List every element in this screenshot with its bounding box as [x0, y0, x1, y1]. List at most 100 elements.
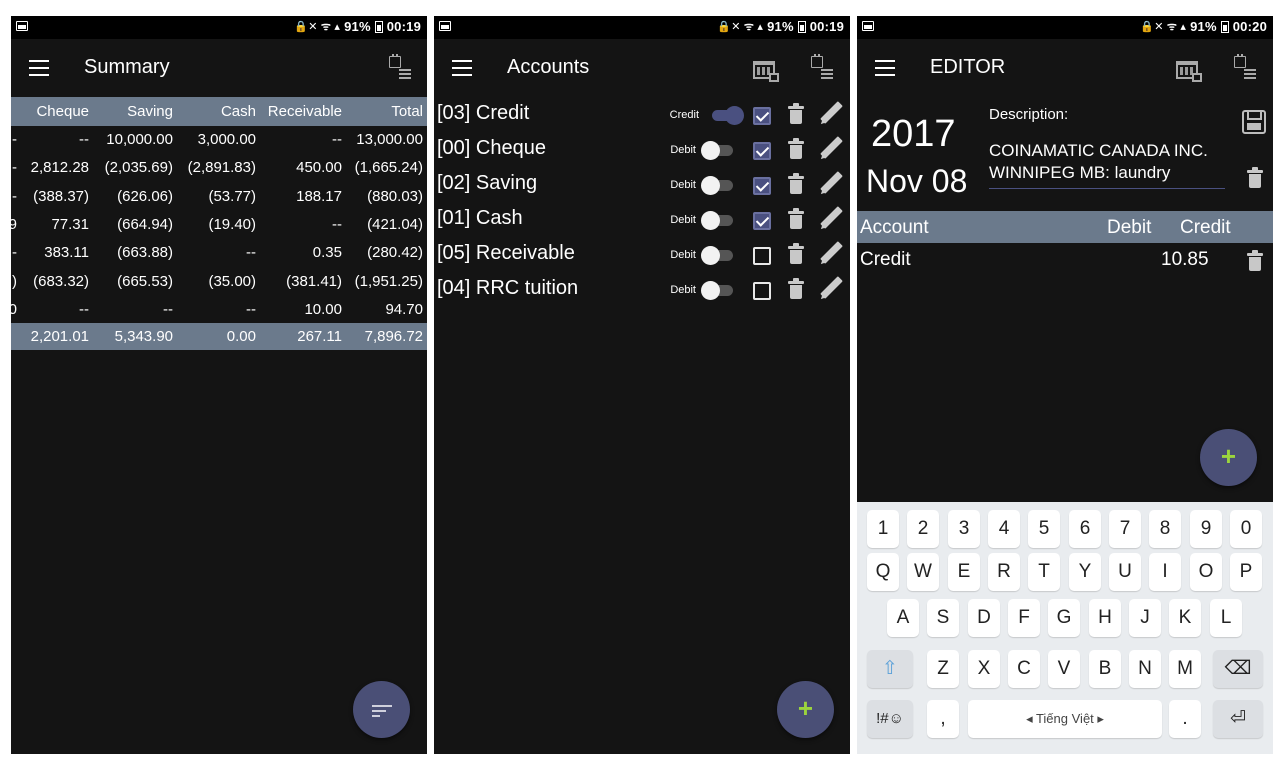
table-row[interactable]: ) (683.32) (665.53) (35.00) (381.41) (1,… — [11, 267, 427, 295]
key[interactable]: O — [1190, 553, 1222, 591]
key[interactable]: Q — [867, 553, 899, 591]
key[interactable]: S — [927, 599, 959, 637]
key[interactable]: F — [1008, 599, 1040, 637]
list-item[interactable]: [03] Credit Credit — [434, 97, 850, 132]
save-icon[interactable] — [1242, 110, 1266, 134]
calendar-list-icon[interactable] — [811, 54, 835, 82]
key[interactable]: 3 — [948, 510, 980, 548]
table-row[interactable]: - 2,812.28 (2,035.69) (2,891.83) 450.00 … — [11, 153, 427, 181]
key[interactable]: 6 — [1069, 510, 1101, 548]
key[interactable]: G — [1048, 599, 1080, 637]
key[interactable]: Y — [1069, 553, 1101, 591]
key[interactable]: K — [1169, 599, 1201, 637]
list-item[interactable]: [00] Cheque Debit — [434, 132, 850, 167]
year-picker[interactable]: 2017 — [871, 113, 956, 156]
list-item[interactable]: [05] Receivable Debit — [434, 237, 850, 272]
key[interactable]: E — [948, 553, 980, 591]
comma-key[interactable]: , — [927, 700, 959, 738]
list-item[interactable]: [01] Cash Debit — [434, 202, 850, 237]
account-checkbox[interactable] — [753, 247, 771, 265]
key[interactable]: L — [1210, 599, 1242, 637]
shift-key[interactable]: ⇧ — [867, 650, 913, 688]
key[interactable]: 4 — [988, 510, 1020, 548]
calendar-list-icon[interactable] — [1234, 54, 1258, 82]
date-picker[interactable]: Nov 08 — [866, 163, 967, 200]
calendar-grid-icon[interactable] — [1176, 58, 1202, 82]
menu-icon[interactable] — [452, 60, 472, 76]
credit-debit-switch[interactable] — [701, 211, 735, 230]
menu-icon[interactable] — [29, 60, 49, 76]
status-icons: 🔒✕ ᯤ ▴ — [294, 20, 341, 33]
edit-icon[interactable] — [818, 171, 844, 197]
key[interactable]: 5 — [1028, 510, 1060, 548]
enter-key[interactable]: ⏎ — [1213, 700, 1263, 738]
add-account-button[interactable]: + — [777, 681, 834, 738]
delete-icon[interactable] — [788, 278, 804, 300]
key[interactable]: I — [1149, 553, 1181, 591]
key[interactable]: J — [1129, 599, 1161, 637]
edit-icon[interactable] — [818, 241, 844, 267]
edit-icon[interactable] — [818, 101, 844, 127]
status-icons: 🔒✕ ᯤ ▴ — [1140, 20, 1187, 33]
space-key[interactable]: ◂ Tiếng Việt ▸ — [968, 700, 1162, 738]
account-checkbox[interactable] — [753, 142, 771, 160]
add-entry-button[interactable]: + — [1200, 429, 1257, 486]
credit-debit-switch[interactable] — [701, 176, 735, 195]
key[interactable]: X — [968, 650, 1000, 688]
calendar-list-icon[interactable] — [389, 54, 413, 82]
key[interactable]: B — [1089, 650, 1121, 688]
description-field[interactable]: COINAMATIC CANADA INC. WINNIPEG MB: laun… — [989, 140, 1225, 189]
key[interactable]: P — [1230, 553, 1262, 591]
backspace-key[interactable]: ⌫ — [1213, 650, 1263, 688]
delete-icon[interactable] — [788, 208, 804, 230]
key[interactable]: 0 — [1230, 510, 1262, 548]
key[interactable]: A — [887, 599, 919, 637]
credit-debit-switch[interactable] — [710, 106, 744, 125]
key[interactable]: W — [907, 553, 939, 591]
key[interactable]: T — [1028, 553, 1060, 591]
table-row[interactable]: 0 -- -- -- 10.00 94.70 — [11, 295, 427, 323]
credit-debit-switch[interactable] — [701, 246, 735, 265]
edit-icon[interactable] — [818, 276, 844, 302]
edit-icon[interactable] — [818, 206, 844, 232]
key[interactable]: C — [1008, 650, 1040, 688]
key[interactable]: 1 — [867, 510, 899, 548]
table-row[interactable]: - 383.11 (663.88) -- 0.35 (280.42) — [11, 238, 427, 266]
calendar-grid-icon[interactable] — [753, 58, 779, 82]
delete-icon[interactable] — [788, 243, 804, 265]
key[interactable]: V — [1048, 650, 1080, 688]
filter-fab[interactable] — [353, 681, 410, 738]
menu-icon[interactable] — [875, 60, 895, 76]
key[interactable]: N — [1129, 650, 1161, 688]
account-checkbox[interactable] — [753, 212, 771, 230]
account-checkbox[interactable] — [753, 177, 771, 195]
delete-icon[interactable] — [788, 103, 804, 125]
delete-icon[interactable] — [788, 173, 804, 195]
table-row[interactable]: - -- 10,000.00 3,000.00 -- 13,000.00 — [11, 125, 427, 153]
list-item[interactable]: [02] Saving Debit — [434, 167, 850, 202]
key[interactable]: H — [1089, 599, 1121, 637]
credit-debit-switch[interactable] — [701, 141, 735, 160]
account-checkbox[interactable] — [753, 107, 771, 125]
key[interactable]: 9 — [1190, 510, 1222, 548]
key[interactable]: U — [1109, 553, 1141, 591]
credit-debit-switch[interactable] — [701, 281, 735, 300]
key[interactable]: M — [1169, 650, 1201, 688]
key[interactable]: 8 — [1149, 510, 1181, 548]
key[interactable]: 7 — [1109, 510, 1141, 548]
list-item[interactable]: [04] RRC tuition Debit — [434, 272, 850, 307]
entry-row[interactable]: Credit 10.85 — [857, 246, 1273, 276]
key[interactable]: R — [988, 553, 1020, 591]
account-checkbox[interactable] — [753, 282, 771, 300]
edit-icon[interactable] — [818, 136, 844, 162]
delete-entry-icon[interactable] — [1247, 250, 1263, 272]
key[interactable]: Z — [927, 650, 959, 688]
delete-transaction-icon[interactable] — [1247, 167, 1263, 189]
delete-icon[interactable] — [788, 138, 804, 160]
table-row[interactable]: - (388.37) (626.06) (53.77) 188.17 (880.… — [11, 182, 427, 210]
table-row[interactable]: 9 77.31 (664.94) (19.40) -- (421.04) — [11, 210, 427, 238]
period-key[interactable]: . — [1169, 700, 1201, 738]
key[interactable]: D — [968, 599, 1000, 637]
key[interactable]: 2 — [907, 510, 939, 548]
symbols-key[interactable]: !#☺ — [867, 700, 913, 738]
